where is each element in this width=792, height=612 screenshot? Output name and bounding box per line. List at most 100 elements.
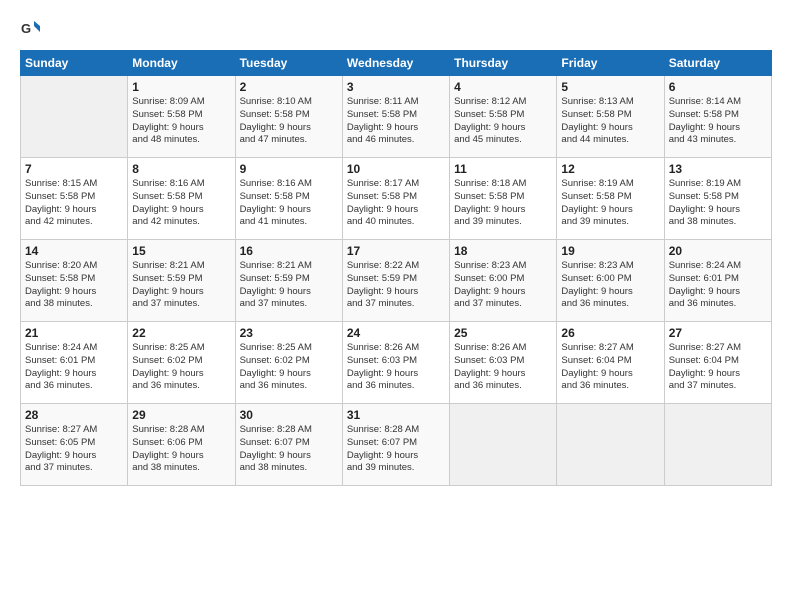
day-detail: Sunrise: 8:13 AM Sunset: 5:58 PM Dayligh…	[561, 96, 659, 147]
calendar-header-row: SundayMondayTuesdayWednesdayThursdayFrid…	[21, 51, 772, 76]
calendar-cell: 3 Sunrise: 8:11 AM Sunset: 5:58 PM Daylig…	[342, 76, 449, 158]
day-detail: Sunrise: 8:23 AM Sunset: 6:00 PM Dayligh…	[561, 260, 659, 311]
calendar-cell: 23Sunrise: 8:25 AM Sunset: 6:02 PM Dayli…	[235, 322, 342, 404]
calendar-week-row: 28 Sunrise: 8:27 AM Sunset: 6:05 PM Dayli…	[21, 404, 772, 486]
day-number: 21	[25, 326, 123, 340]
svg-text:G: G	[21, 21, 31, 36]
day-number: 30	[240, 408, 338, 422]
calendar-cell: 14 Sunrise: 8:20 AM Sunset: 5:58 PM Dayli…	[21, 240, 128, 322]
day-number: 20	[669, 244, 767, 258]
calendar-body: 1 Sunrise: 8:09 AM Sunset: 5:58 PM Daylig…	[21, 76, 772, 486]
day-detail: Sunrise: 8:16 AM Sunset: 5:58 PM Dayligh…	[132, 178, 230, 229]
day-detail: Sunrise: 8:11 AM Sunset: 5:58 PM Dayligh…	[347, 96, 445, 147]
calendar-cell	[21, 76, 128, 158]
day-number: 8	[132, 162, 230, 176]
day-number: 5	[561, 80, 659, 94]
day-number: 2	[240, 80, 338, 94]
day-detail: Sunrise: 8:19 AM Sunset: 5:58 PM Dayligh…	[561, 178, 659, 229]
calendar-cell: 1 Sunrise: 8:09 AM Sunset: 5:58 PM Daylig…	[128, 76, 235, 158]
calendar-cell: 30 Sunrise: 8:28 AM Sunset: 6:07 PM Dayli…	[235, 404, 342, 486]
day-number: 3	[347, 80, 445, 94]
calendar-cell: 6 Sunrise: 8:14 AM Sunset: 5:58 PM Daylig…	[664, 76, 771, 158]
day-detail: Sunrise: 8:15 AM Sunset: 5:58 PM Dayligh…	[25, 178, 123, 229]
calendar-cell: 8 Sunrise: 8:16 AM Sunset: 5:58 PM Daylig…	[128, 158, 235, 240]
day-detail: Sunrise: 8:24 AM Sunset: 6:01 PM Dayligh…	[669, 260, 767, 311]
column-header-saturday: Saturday	[664, 51, 771, 76]
logo-icon: G	[20, 18, 42, 40]
calendar-cell: 19 Sunrise: 8:23 AM Sunset: 6:00 PM Dayli…	[557, 240, 664, 322]
calendar-cell: 29 Sunrise: 8:28 AM Sunset: 6:06 PM Dayli…	[128, 404, 235, 486]
day-number: 19	[561, 244, 659, 258]
day-detail: Sunrise: 8:12 AM Sunset: 5:58 PM Dayligh…	[454, 96, 552, 147]
day-detail: Sunrise: 8:28 AM Sunset: 6:07 PM Dayligh…	[347, 424, 445, 475]
calendar-cell: 28 Sunrise: 8:27 AM Sunset: 6:05 PM Dayli…	[21, 404, 128, 486]
day-number: 18	[454, 244, 552, 258]
day-detail: Sunrise: 8:14 AM Sunset: 5:58 PM Dayligh…	[669, 96, 767, 147]
calendar-cell: 18 Sunrise: 8:23 AM Sunset: 6:00 PM Dayli…	[450, 240, 557, 322]
day-detail: Sunrise: 8:18 AM Sunset: 5:58 PM Dayligh…	[454, 178, 552, 229]
day-detail: Sunrise: 8:20 AM Sunset: 5:58 PM Dayligh…	[25, 260, 123, 311]
calendar-cell: 22Sunrise: 8:25 AM Sunset: 6:02 PM Dayli…	[128, 322, 235, 404]
calendar-cell: 9 Sunrise: 8:16 AM Sunset: 5:58 PM Daylig…	[235, 158, 342, 240]
day-detail: Sunrise: 8:26 AM Sunset: 6:03 PM Dayligh…	[454, 342, 552, 393]
calendar-cell: 2Sunrise: 8:10 AM Sunset: 5:58 PM Daylig…	[235, 76, 342, 158]
column-header-monday: Monday	[128, 51, 235, 76]
calendar-cell: 4 Sunrise: 8:12 AM Sunset: 5:58 PM Daylig…	[450, 76, 557, 158]
day-number: 27	[669, 326, 767, 340]
column-header-tuesday: Tuesday	[235, 51, 342, 76]
logo: G	[20, 18, 46, 40]
column-header-sunday: Sunday	[21, 51, 128, 76]
calendar-cell: 31 Sunrise: 8:28 AM Sunset: 6:07 PM Dayli…	[342, 404, 449, 486]
calendar-cell: 13 Sunrise: 8:19 AM Sunset: 5:58 PM Dayli…	[664, 158, 771, 240]
day-number: 28	[25, 408, 123, 422]
calendar-cell: 5 Sunrise: 8:13 AM Sunset: 5:58 PM Daylig…	[557, 76, 664, 158]
day-number: 11	[454, 162, 552, 176]
calendar-cell: 27 Sunrise: 8:27 AM Sunset: 6:04 PM Dayli…	[664, 322, 771, 404]
day-detail: Sunrise: 8:26 AM Sunset: 6:03 PM Dayligh…	[347, 342, 445, 393]
calendar-cell	[450, 404, 557, 486]
day-detail: Sunrise: 8:27 AM Sunset: 6:05 PM Dayligh…	[25, 424, 123, 475]
calendar-cell: 12Sunrise: 8:19 AM Sunset: 5:58 PM Dayli…	[557, 158, 664, 240]
day-number: 31	[347, 408, 445, 422]
day-number: 13	[669, 162, 767, 176]
calendar-cell: 24Sunrise: 8:26 AM Sunset: 6:03 PM Dayli…	[342, 322, 449, 404]
calendar-cell: 7 Sunrise: 8:15 AM Sunset: 5:58 PM Daylig…	[21, 158, 128, 240]
day-detail: Sunrise: 8:16 AM Sunset: 5:58 PM Dayligh…	[240, 178, 338, 229]
day-number: 4	[454, 80, 552, 94]
day-number: 16	[240, 244, 338, 258]
day-detail: Sunrise: 8:24 AM Sunset: 6:01 PM Dayligh…	[25, 342, 123, 393]
day-number: 1	[132, 80, 230, 94]
day-detail: Sunrise: 8:17 AM Sunset: 5:58 PM Dayligh…	[347, 178, 445, 229]
day-number: 25	[454, 326, 552, 340]
calendar-week-row: 21 Sunrise: 8:24 AM Sunset: 6:01 PM Dayli…	[21, 322, 772, 404]
day-detail: Sunrise: 8:23 AM Sunset: 6:00 PM Dayligh…	[454, 260, 552, 311]
calendar-cell	[557, 404, 664, 486]
calendar-cell: 20 Sunrise: 8:24 AM Sunset: 6:01 PM Dayli…	[664, 240, 771, 322]
calendar-cell: 11 Sunrise: 8:18 AM Sunset: 5:58 PM Dayli…	[450, 158, 557, 240]
day-number: 29	[132, 408, 230, 422]
day-detail: Sunrise: 8:21 AM Sunset: 5:59 PM Dayligh…	[240, 260, 338, 311]
day-detail: Sunrise: 8:28 AM Sunset: 6:06 PM Dayligh…	[132, 424, 230, 475]
calendar-cell: 25 Sunrise: 8:26 AM Sunset: 6:03 PM Dayli…	[450, 322, 557, 404]
day-detail: Sunrise: 8:27 AM Sunset: 6:04 PM Dayligh…	[561, 342, 659, 393]
day-detail: Sunrise: 8:28 AM Sunset: 6:07 PM Dayligh…	[240, 424, 338, 475]
page-header: G	[20, 18, 772, 40]
day-detail: Sunrise: 8:09 AM Sunset: 5:58 PM Dayligh…	[132, 96, 230, 147]
day-number: 9	[240, 162, 338, 176]
day-detail: Sunrise: 8:25 AM Sunset: 6:02 PM Dayligh…	[240, 342, 338, 393]
day-number: 14	[25, 244, 123, 258]
day-detail: Sunrise: 8:22 AM Sunset: 5:59 PM Dayligh…	[347, 260, 445, 311]
calendar-cell: 26Sunrise: 8:27 AM Sunset: 6:04 PM Dayli…	[557, 322, 664, 404]
day-number: 17	[347, 244, 445, 258]
calendar-cell: 21 Sunrise: 8:24 AM Sunset: 6:01 PM Dayli…	[21, 322, 128, 404]
day-number: 7	[25, 162, 123, 176]
day-number: 6	[669, 80, 767, 94]
day-detail: Sunrise: 8:19 AM Sunset: 5:58 PM Dayligh…	[669, 178, 767, 229]
day-detail: Sunrise: 8:27 AM Sunset: 6:04 PM Dayligh…	[669, 342, 767, 393]
calendar-cell: 10Sunrise: 8:17 AM Sunset: 5:58 PM Dayli…	[342, 158, 449, 240]
column-header-wednesday: Wednesday	[342, 51, 449, 76]
calendar-cell: 17 Sunrise: 8:22 AM Sunset: 5:59 PM Dayli…	[342, 240, 449, 322]
calendar-week-row: 1 Sunrise: 8:09 AM Sunset: 5:58 PM Daylig…	[21, 76, 772, 158]
column-header-thursday: Thursday	[450, 51, 557, 76]
calendar-week-row: 7 Sunrise: 8:15 AM Sunset: 5:58 PM Daylig…	[21, 158, 772, 240]
